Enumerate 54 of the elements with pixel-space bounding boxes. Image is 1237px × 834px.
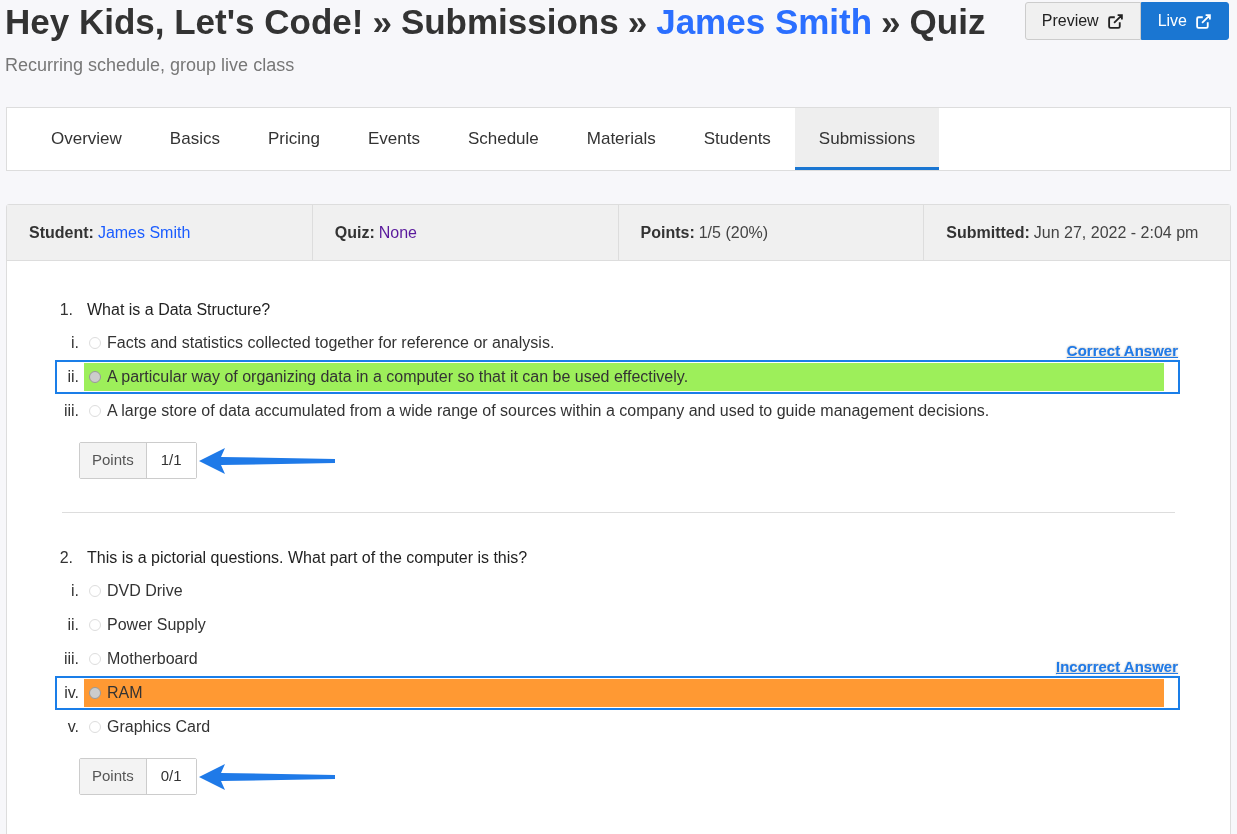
breadcrumb-separator: » bbox=[881, 1, 901, 43]
summary-label: Quiz: bbox=[334, 222, 375, 243]
option-numeral: iii. bbox=[62, 649, 79, 669]
points-label: Points bbox=[80, 443, 147, 478]
breadcrumb-separator: » bbox=[627, 1, 648, 43]
question-number: 2. bbox=[58, 548, 74, 568]
breadcrumb-link[interactable]: James Smith bbox=[656, 0, 873, 44]
external-link-icon bbox=[1106, 12, 1124, 30]
question-text: This is a pictorial questions. What part of the computer is this? bbox=[87, 548, 528, 568]
option-numeral: ii. bbox=[66, 367, 79, 387]
option-numeral: i. bbox=[70, 581, 79, 601]
answer-option[interactable]: A particular way of organizing data in a computer so that it can be used effectively. bbox=[84, 363, 1164, 391]
tab[interactable]: Students bbox=[679, 108, 795, 170]
option-numeral: iii. bbox=[62, 401, 79, 421]
points-label: Points bbox=[80, 759, 147, 794]
answer-option[interactable]: DVD Drive bbox=[84, 577, 187, 605]
preview-button[interactable]: Preview bbox=[1024, 2, 1141, 40]
summary-label: Submitted: bbox=[946, 222, 1030, 243]
answer-option[interactable]: A large store of data accumulated from a wide range of sources within a company and used to guide management decisions. bbox=[84, 397, 994, 425]
answer-option[interactable]: Graphics Card bbox=[84, 713, 215, 741]
radio-button[interactable] bbox=[89, 687, 101, 699]
tab[interactable]: Pricing bbox=[243, 108, 344, 170]
breadcrumb-item: Hey Kids, Let's Code! bbox=[5, 1, 364, 43]
summary-value: None bbox=[378, 222, 417, 243]
live-button[interactable]: Live bbox=[1140, 2, 1229, 40]
summary-label: Points: bbox=[640, 222, 695, 243]
breadcrumb-item: Quiz bbox=[909, 1, 986, 43]
answer-option[interactable]: RAM bbox=[84, 679, 1164, 707]
option-numeral: i. bbox=[70, 333, 79, 353]
tab[interactable]: Schedule bbox=[443, 108, 563, 170]
external-link-icon bbox=[1195, 12, 1212, 30]
option-numeral: v. bbox=[66, 717, 79, 737]
breadcrumb-item: Submissions bbox=[400, 1, 619, 43]
question-number: 1. bbox=[58, 300, 74, 320]
summary-value: 1/5 (20%) bbox=[698, 222, 769, 243]
breadcrumb-separator: » bbox=[372, 1, 392, 43]
tab[interactable]: Basics bbox=[145, 108, 244, 170]
subtitle: Recurring schedule, group live class bbox=[5, 54, 296, 77]
tab[interactable]: Materials bbox=[562, 108, 680, 170]
radio-button[interactable] bbox=[89, 371, 101, 383]
answer-annotation: Correct Answer bbox=[1066, 341, 1178, 361]
option-numeral: iv. bbox=[63, 683, 79, 703]
summary-label: Student: bbox=[29, 222, 94, 243]
option-numeral: ii. bbox=[66, 615, 79, 635]
answer-option[interactable]: Motherboard bbox=[84, 645, 202, 673]
tab[interactable]: Overview bbox=[27, 108, 146, 170]
tab[interactable]: Submissions bbox=[794, 108, 940, 170]
summary-value: Jun 27, 2022 - 2:04 pm bbox=[1033, 222, 1199, 243]
summary-value: James Smith bbox=[97, 222, 191, 243]
answer-option[interactable]: Facts and statistics collected together for reference or analysis. bbox=[84, 329, 559, 357]
answer-annotation: Incorrect Answer bbox=[1056, 657, 1178, 677]
answer-option[interactable]: Power Supply bbox=[84, 611, 210, 639]
tab[interactable]: Events bbox=[343, 108, 444, 170]
question-text: What is a Data Structure? bbox=[87, 300, 271, 320]
